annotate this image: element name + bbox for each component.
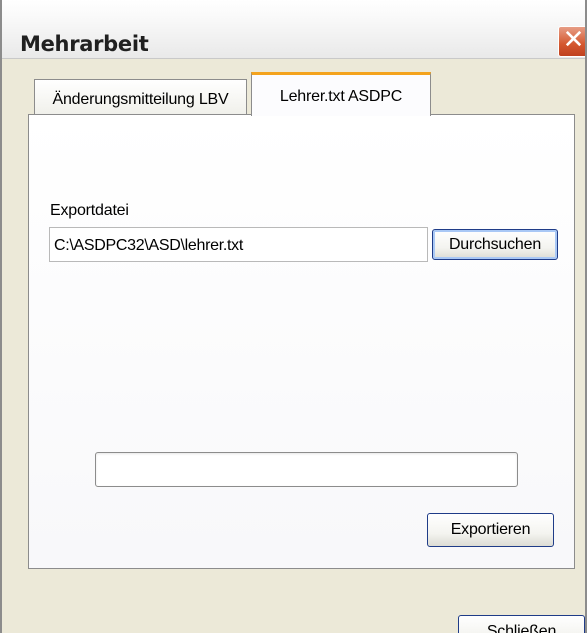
browse-button[interactable]: Durchsuchen	[432, 229, 558, 260]
close-dialog-button[interactable]: Schließen	[458, 615, 585, 633]
close-window-button[interactable]: ✕	[558, 25, 585, 57]
title-bar: Mehrarbeit ✕	[2, 0, 585, 59]
close-icon: ✕	[562, 25, 585, 55]
tab-lehrer-txt-asdpc[interactable]: Lehrer.txt ASDPC	[251, 72, 431, 116]
tab-aenderungsmitteilung-lbv[interactable]: Änderungsmitteilung LBV	[34, 79, 247, 115]
dialog-window: Mehrarbeit ✕ Änderungsmitteilung LBV Leh…	[0, 0, 587, 633]
export-path-input[interactable]	[49, 227, 428, 262]
window-title: Mehrarbeit	[20, 32, 149, 56]
export-file-label: Exportdatei	[50, 202, 129, 219]
tab-label: Lehrer.txt ASDPC	[279, 88, 403, 105]
tab-panel	[28, 114, 575, 569]
tab-label: Änderungsmitteilung LBV	[52, 91, 229, 108]
export-progress-bar	[95, 452, 518, 487]
export-button[interactable]: Exportieren	[427, 513, 554, 547]
